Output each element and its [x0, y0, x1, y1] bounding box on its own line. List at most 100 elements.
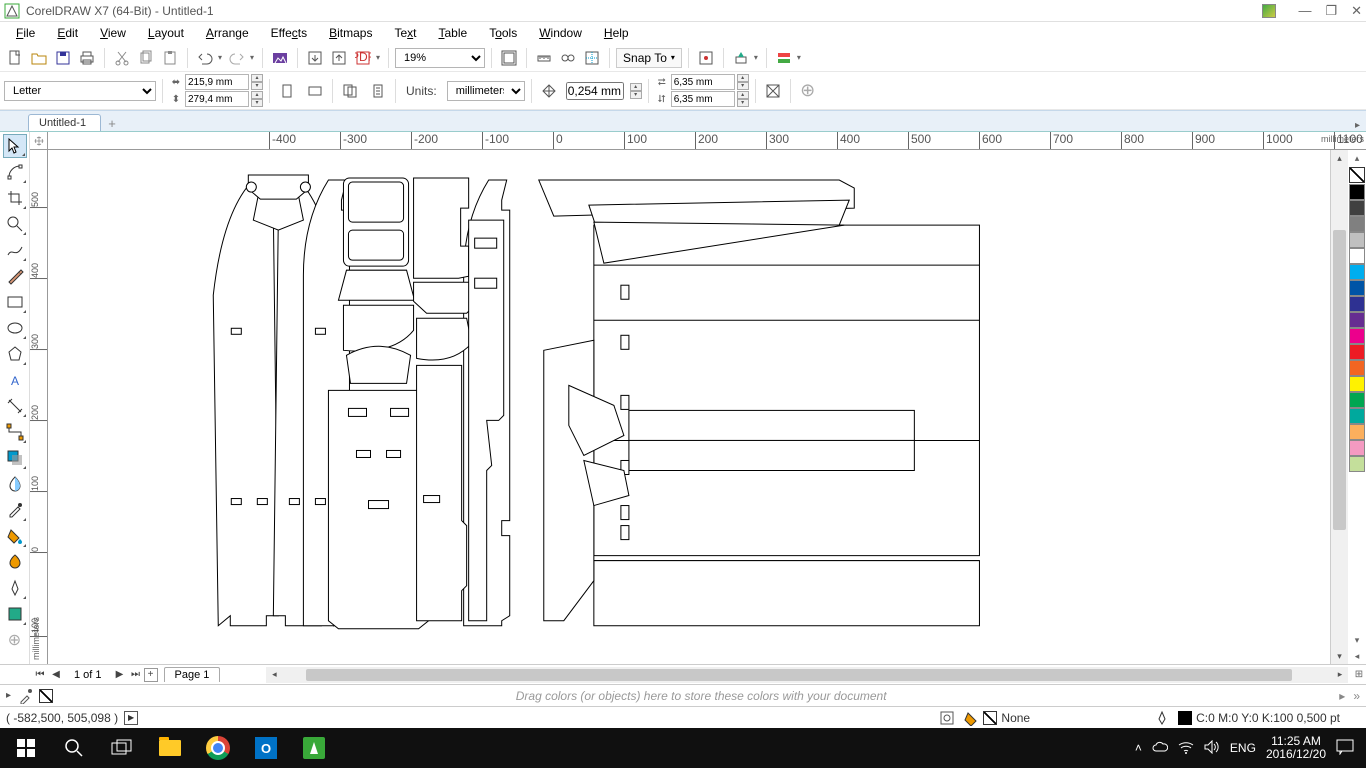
- save-button[interactable]: [52, 47, 74, 69]
- palette-swatch[interactable]: [1349, 232, 1365, 248]
- menu-window[interactable]: Window: [529, 24, 592, 42]
- open-button[interactable]: [28, 47, 50, 69]
- shape-tool[interactable]: [3, 160, 27, 184]
- palette-up-button[interactable]: ▴: [1348, 150, 1366, 166]
- drop-shadow-tool[interactable]: [3, 446, 27, 470]
- units-select[interactable]: millimeters: [447, 81, 525, 101]
- palette-no-color[interactable]: [1349, 167, 1365, 183]
- palette-swatch[interactable]: [1349, 456, 1365, 472]
- landscape-button[interactable]: [304, 80, 326, 102]
- freehand-tool[interactable]: [3, 238, 27, 262]
- rectangle-tool[interactable]: [3, 290, 27, 314]
- menu-bitmaps[interactable]: Bitmaps: [319, 24, 382, 42]
- zoom-tool[interactable]: [3, 212, 27, 236]
- width-spinner[interactable]: ▴▾: [251, 74, 263, 90]
- redo-button[interactable]: ▾: [226, 47, 256, 69]
- menu-file[interactable]: File: [6, 24, 45, 42]
- dup-y-input[interactable]: [671, 91, 735, 107]
- ruler-corner[interactable]: [30, 132, 48, 150]
- show-grid-button[interactable]: [557, 47, 579, 69]
- maximize-button[interactable]: ❐: [1325, 3, 1337, 19]
- paste-button[interactable]: [159, 47, 181, 69]
- doc-palette-menu[interactable]: ▸: [6, 690, 11, 701]
- options-button[interactable]: [695, 47, 717, 69]
- horizontal-scrollbar[interactable]: ◂ ▸: [266, 667, 1348, 683]
- tab-menu-button[interactable]: ▸: [1349, 120, 1366, 131]
- hscroll-thumb[interactable]: [306, 669, 1292, 681]
- menu-tools[interactable]: Tools: [479, 24, 527, 42]
- export-button[interactable]: [328, 47, 350, 69]
- palette-swatch[interactable]: [1349, 312, 1365, 328]
- palette-swatch[interactable]: [1349, 408, 1365, 424]
- play-macro-button[interactable]: ▶: [124, 711, 138, 725]
- palette-swatch[interactable]: [1349, 376, 1365, 392]
- scroll-right-button[interactable]: ▸: [1332, 667, 1348, 683]
- palette-swatch[interactable]: [1349, 296, 1365, 312]
- add-preset-button[interactable]: ⊕: [797, 80, 819, 102]
- outline-pen-tool[interactable]: [3, 576, 27, 600]
- palette-swatch[interactable]: [1349, 264, 1365, 280]
- language-indicator[interactable]: ENG: [1230, 741, 1256, 755]
- undo-button[interactable]: ▾: [194, 47, 224, 69]
- print-button[interactable]: [76, 47, 98, 69]
- start-button[interactable]: [2, 728, 50, 768]
- zoom-select[interactable]: 19%: [395, 48, 485, 68]
- first-page-button[interactable]: ⏮: [32, 667, 48, 683]
- file-explorer-button[interactable]: [146, 728, 194, 768]
- palette-swatch[interactable]: [1349, 424, 1365, 440]
- outline-pen-icon[interactable]: [1154, 710, 1170, 726]
- dup-x-spinner[interactable]: ▴▾: [737, 74, 749, 90]
- close-button[interactable]: ✕: [1351, 3, 1362, 19]
- text-tool[interactable]: A: [3, 368, 27, 392]
- add-tab-button[interactable]: +: [103, 115, 121, 131]
- vertical-ruler[interactable]: millimeters 5004003002001000-100: [30, 150, 48, 664]
- doc-palette-eyedropper[interactable]: [17, 688, 33, 704]
- page-width-input[interactable]: [185, 74, 249, 90]
- import-button[interactable]: [304, 47, 326, 69]
- page-tab-1[interactable]: Page 1: [164, 667, 221, 682]
- launch-button[interactable]: ▾: [730, 47, 760, 69]
- pick-tool[interactable]: [3, 134, 27, 158]
- cut-button[interactable]: [111, 47, 133, 69]
- smart-fill-tool[interactable]: [3, 550, 27, 574]
- page-height-input[interactable]: [185, 91, 249, 107]
- palette-swatch[interactable]: [1349, 248, 1365, 264]
- canvas[interactable]: [48, 150, 1330, 664]
- show-rulers-button[interactable]: [533, 47, 555, 69]
- connector-tool[interactable]: [3, 420, 27, 444]
- outlook-button[interactable]: O: [242, 728, 290, 768]
- color-eyedropper-tool[interactable]: [3, 498, 27, 522]
- next-page-button[interactable]: ▶: [112, 667, 128, 683]
- palette-swatch[interactable]: [1349, 344, 1365, 360]
- palette-swatch[interactable]: [1349, 360, 1365, 376]
- palette-down-button[interactable]: ▾: [1348, 632, 1366, 648]
- height-spinner[interactable]: ▴▾: [251, 91, 263, 107]
- wifi-icon[interactable]: [1178, 740, 1194, 757]
- parallel-dimension-tool[interactable]: [3, 394, 27, 418]
- chrome-button[interactable]: [194, 728, 242, 768]
- doc-palette-flyout[interactable]: »: [1353, 689, 1360, 703]
- horizontal-ruler[interactable]: millimeters -400-300-200-100010020030040…: [48, 132, 1366, 150]
- menu-edit[interactable]: Edit: [47, 24, 88, 42]
- onedrive-icon[interactable]: [1152, 741, 1168, 756]
- coreldraw-taskbar-button[interactable]: [290, 728, 338, 768]
- menu-text[interactable]: Text: [384, 24, 426, 42]
- scroll-down-button[interactable]: ▾: [1331, 648, 1348, 664]
- menu-arrange[interactable]: Arrange: [196, 24, 259, 42]
- palette-swatch[interactable]: [1349, 216, 1365, 232]
- menu-help[interactable]: Help: [594, 24, 639, 42]
- treat-as-filled-button[interactable]: [762, 80, 784, 102]
- palette-swatch[interactable]: [1349, 184, 1365, 200]
- page-size-select[interactable]: Letter: [4, 81, 156, 101]
- volume-icon[interactable]: [1204, 740, 1220, 757]
- portrait-button[interactable]: [276, 80, 298, 102]
- vertical-scrollbar[interactable]: ▴ ▾: [1330, 150, 1348, 664]
- doc-palette-no-color[interactable]: [39, 689, 53, 703]
- palette-swatch[interactable]: [1349, 440, 1365, 456]
- add-page-button[interactable]: +: [144, 668, 158, 682]
- doc-tab-untitled-1[interactable]: Untitled-1: [28, 114, 101, 131]
- ellipse-tool[interactable]: [3, 316, 27, 340]
- quick-customize-button[interactable]: ⊕: [3, 628, 27, 652]
- palette-swatch[interactable]: [1349, 200, 1365, 216]
- dup-x-input[interactable]: [671, 74, 735, 90]
